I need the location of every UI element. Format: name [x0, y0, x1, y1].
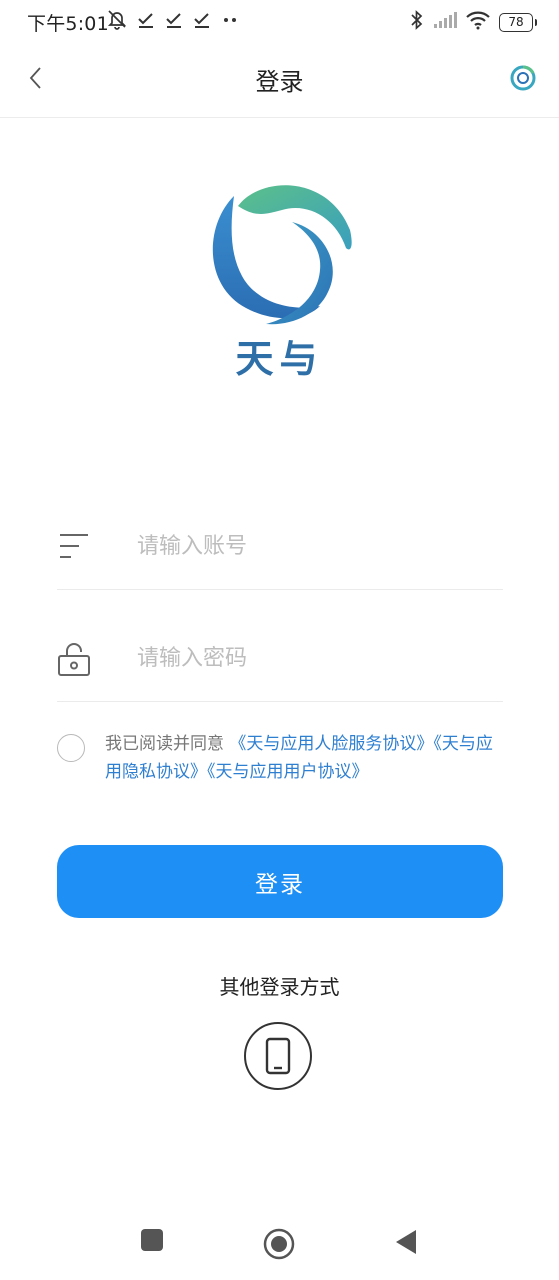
- face-service-agreement-link[interactable]: 《天与应用人脸服务协议》: [229, 734, 433, 754]
- home-button[interactable]: [263, 1228, 295, 1260]
- agreement-prefix: 我已阅读并同意: [105, 734, 224, 754]
- account-input[interactable]: [137, 525, 497, 567]
- agreement-section: 我已阅读并同意 《天与应用人脸服务协议》《天与应用隐私协议》《天与应用用户协议》: [57, 730, 503, 800]
- password-input[interactable]: [137, 637, 497, 679]
- mute-bell-icon: [106, 8, 128, 35]
- brand-logo-icon: [200, 178, 360, 328]
- recent-apps-button[interactable]: [140, 1228, 164, 1252]
- bluetooth-icon: [409, 9, 425, 36]
- lock-icon: [57, 641, 91, 676]
- signal-icon: [433, 11, 457, 34]
- agreement-text: 我已阅读并同意 《天与应用人脸服务协议》《天与应用隐私协议》《天与应用用户协议》: [105, 730, 505, 786]
- check-download-icon: [136, 9, 156, 34]
- top-nav-bar: 登录: [0, 42, 559, 118]
- status-left-icons: [106, 8, 240, 35]
- square-icon: [141, 1229, 163, 1251]
- user-agreement-link[interactable]: 《天与应用用户协议》: [207, 762, 369, 782]
- wifi-icon: [465, 10, 491, 35]
- check-download-icon: [192, 9, 212, 34]
- page-title: 登录: [255, 68, 304, 96]
- system-navigation-bar: [0, 1210, 559, 1280]
- mobile-phone-icon: [265, 1037, 291, 1075]
- home-circle-icon: [263, 1228, 295, 1260]
- phone-login-button[interactable]: [244, 1022, 312, 1090]
- status-right-icons: 78: [409, 9, 537, 36]
- account-list-icon: [57, 529, 91, 563]
- triangle-back-icon: [396, 1230, 416, 1254]
- password-field-row: [57, 615, 503, 702]
- app-logo-small-icon[interactable]: [509, 64, 537, 92]
- battery-indicator: 78: [499, 13, 537, 32]
- other-login-label: 其他登录方式: [219, 975, 340, 999]
- check-download-icon: [164, 9, 184, 34]
- back-system-button[interactable]: [394, 1228, 418, 1256]
- status-time: 下午5:01: [27, 13, 109, 35]
- account-field-row: [57, 503, 503, 590]
- agreement-checkbox[interactable]: [57, 734, 85, 762]
- status-bar: 下午5:01 78: [0, 0, 559, 42]
- login-button[interactable]: 登录: [57, 845, 503, 918]
- more-notifications-icon: [220, 9, 240, 34]
- brand-name: 天与: [235, 337, 324, 381]
